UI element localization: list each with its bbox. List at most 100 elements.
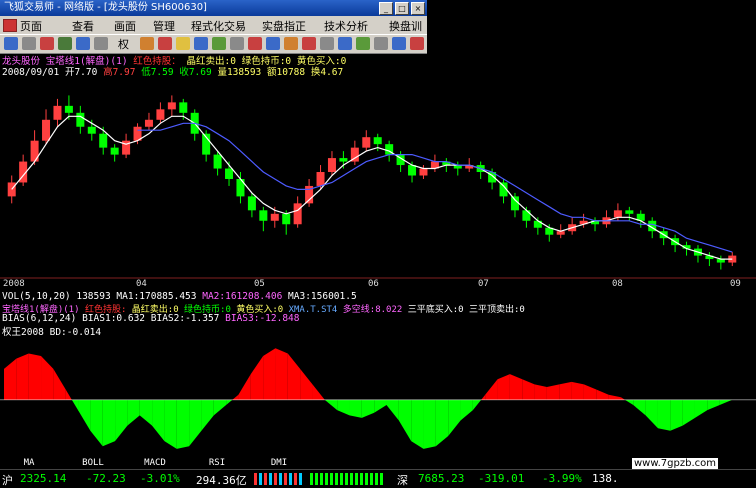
axis-label: 05 <box>254 279 265 289</box>
settings-icon[interactable] <box>374 37 388 50</box>
refresh-icon[interactable] <box>4 37 18 50</box>
fire-icon[interactable] <box>284 37 298 50</box>
menu-item-view[interactable]: 查看 <box>72 18 94 34</box>
osc-negative-area <box>337 399 350 416</box>
sh-amount: 294.36亿 <box>196 474 247 487</box>
grid-icon[interactable] <box>22 37 36 50</box>
tab-macd[interactable]: MACD <box>126 458 184 469</box>
pen-icon[interactable] <box>320 37 334 50</box>
record-icon[interactable] <box>158 37 172 50</box>
menu-item-tech-analysis[interactable]: 技术分析 <box>324 18 368 34</box>
axis-label: 06 <box>368 279 379 289</box>
window-icon[interactable] <box>194 37 208 50</box>
osc-negative-area <box>164 399 177 449</box>
tab-rsi[interactable]: RSI <box>188 458 246 469</box>
osc-positive-area <box>571 381 584 400</box>
tab-ma[interactable]: MA <box>0 458 58 469</box>
list-icon[interactable] <box>58 37 72 50</box>
title-bar: 飞狐交易师 - 网络版 - [龙头股份 SH600630] _ □ × <box>0 0 427 16</box>
menu-item-screen[interactable]: 画面 <box>114 18 136 34</box>
osc-negative-area <box>374 399 387 413</box>
candle-body <box>282 213 291 225</box>
osc-positive-area <box>16 353 29 400</box>
menu-item-live[interactable]: 实盘指正 <box>262 18 306 34</box>
osc-negative-area <box>189 399 202 447</box>
bar-icon[interactable] <box>356 37 370 50</box>
candle-body <box>30 140 39 162</box>
osc-negative-area <box>670 399 683 431</box>
osc-negative-area <box>361 399 375 418</box>
trend-icon[interactable] <box>212 37 226 50</box>
osc-negative-area <box>226 399 233 406</box>
chart-icon[interactable] <box>40 37 54 50</box>
osc-negative-area <box>472 399 482 411</box>
window-controls: _ □ × <box>379 2 425 15</box>
osc-negative-area <box>349 399 362 418</box>
candle-body <box>259 210 268 221</box>
candle-body <box>167 102 176 110</box>
osc-negative-area <box>398 399 412 442</box>
alert-icon[interactable] <box>248 37 262 50</box>
info-icon[interactable] <box>266 37 280 50</box>
candle-body <box>213 154 222 169</box>
maximize-icon[interactable]: □ <box>395 2 409 15</box>
osc-negative-area <box>176 399 190 449</box>
bias-name: BIAS(6,12,24) <box>2 313 77 324</box>
vol-ma1: MA1:170885.453 <box>116 291 197 302</box>
osc-negative-area <box>625 399 634 406</box>
osc-negative-area <box>78 399 91 431</box>
osc-positive-area <box>53 368 66 400</box>
bias-2: BIAS2:-1.357 <box>150 313 220 324</box>
candle-body <box>419 168 428 176</box>
candle-body <box>42 119 51 141</box>
minimize-icon[interactable]: _ <box>379 2 393 15</box>
tab-boll[interactable]: BOLL <box>64 458 122 469</box>
candle-body <box>373 137 382 145</box>
osc-positive-area <box>509 374 523 400</box>
menu-item-manage[interactable]: 管理 <box>153 18 175 34</box>
menu-item-program-trading[interactable]: 程式化交易 <box>191 18 246 34</box>
sh-change: -72.23 <box>86 472 126 485</box>
osc-negative-area <box>694 399 708 418</box>
osc-positive-area <box>497 374 510 400</box>
table-icon[interactable] <box>338 37 352 50</box>
exit-icon[interactable] <box>410 37 424 50</box>
osc-positive-area <box>300 368 313 400</box>
candle-body <box>53 105 62 120</box>
warning-icon[interactable] <box>302 37 316 50</box>
help-icon[interactable] <box>392 37 406 50</box>
price-chart[interactable] <box>0 74 756 279</box>
osc-positive-area <box>287 353 301 400</box>
tool-icon[interactable] <box>140 37 154 50</box>
close-icon[interactable]: × <box>411 2 425 15</box>
note-icon[interactable] <box>176 37 190 50</box>
window-title: 飞狐交易师 - 网络版 - [龙头股份 SH600630] <box>4 2 207 13</box>
osc-negative-area <box>386 399 399 421</box>
ma-long-line <box>137 122 733 253</box>
candle-body <box>99 133 108 148</box>
candle-body <box>87 126 96 134</box>
osc-negative-area <box>645 399 658 429</box>
sh-pct: -3.01% <box>140 472 180 485</box>
layout-icon[interactable] <box>94 37 108 50</box>
osc-positive-area <box>238 374 251 400</box>
bias-header: BIAS(6,12,24) BIAS1:0.632 BIAS2:-1.357 B… <box>2 313 299 324</box>
candle-body <box>339 158 348 162</box>
osc-negative-area <box>152 399 165 442</box>
oscillator-chart[interactable] <box>0 335 756 457</box>
menu-item-page[interactable]: 页面 <box>20 18 42 34</box>
menu-item-change[interactable]: 换盘训 <box>389 18 422 34</box>
osc-negative-area <box>90 399 103 447</box>
tab-dmi[interactable]: DMI <box>250 458 308 469</box>
candle-body <box>270 213 279 221</box>
osc-positive-area <box>596 389 609 400</box>
candle-body <box>522 210 531 221</box>
axis-label: 07 <box>478 279 489 289</box>
indicator-tabs: MA BOLL MACD RSI DMI <box>0 458 300 469</box>
weight-button[interactable]: 权 <box>118 36 129 52</box>
sz-change: -319.01 <box>478 472 525 485</box>
app-menu-icon[interactable] <box>3 19 17 32</box>
zoom-icon[interactable] <box>76 37 90 50</box>
copy-icon[interactable] <box>230 37 244 50</box>
osc-negative-area <box>139 399 153 426</box>
